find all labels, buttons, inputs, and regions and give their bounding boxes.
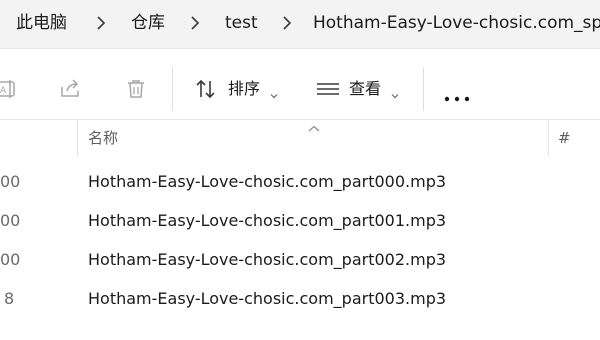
share-icon[interactable]: [58, 77, 82, 101]
file-name[interactable]: Hotham-Easy-Love-chosic.com_part003.mp3: [88, 289, 446, 309]
file-row[interactable]: 8 Hotham-Easy-Love-chosic.com_part003.mp…: [0, 280, 600, 319]
sort-label: 排序: [228, 79, 261, 98]
command-bar: [0, 49, 600, 120]
chevron-right-icon: [281, 15, 293, 31]
chevron-right-icon: [189, 15, 201, 31]
file-row[interactable]: 00 Hotham-Easy-Love-chosic.com_part002.m…: [0, 241, 600, 280]
sort-ascending-icon: [308, 118, 320, 132]
cell-fragment: 00: [0, 250, 21, 269]
chevron-right-icon: [95, 15, 107, 31]
breadcrumb-item-test[interactable]: test: [225, 12, 258, 34]
file-row[interactable]: 00 Hotham-Easy-Love-chosic.com_part000.m…: [0, 163, 600, 202]
toolbar-divider: [423, 67, 424, 111]
svg-text:A: A: [0, 86, 7, 96]
column-header-name[interactable]: 名称: [88, 128, 118, 148]
chevron-down-icon: [270, 85, 278, 99]
file-name[interactable]: Hotham-Easy-Love-chosic.com_part000.mp3: [88, 172, 446, 192]
cell-fragment: 00: [0, 211, 21, 230]
file-name[interactable]: Hotham-Easy-Love-chosic.com_part001.mp3: [88, 211, 446, 231]
view-button[interactable]: 查看: [316, 76, 406, 102]
breadcrumb-item-current-folder[interactable]: Hotham-Easy-Love-chosic.com_sp: [313, 12, 600, 34]
file-row[interactable]: 00 Hotham-Easy-Love-chosic.com_part001.m…: [0, 202, 600, 241]
breadcrumb-item-repo[interactable]: 仓库: [131, 12, 165, 34]
toolbar-divider: [172, 67, 173, 111]
view-label: 查看: [349, 79, 382, 98]
more-horizontal-icon[interactable]: [444, 87, 470, 102]
column-header-number[interactable]: #: [558, 128, 571, 148]
cell-fragment: 8: [4, 289, 15, 308]
sort-icon: [194, 77, 218, 101]
sort-button[interactable]: 排序: [194, 76, 286, 102]
delete-icon[interactable]: [124, 77, 148, 101]
breadcrumb-item-this-pc[interactable]: 此电脑: [16, 12, 67, 34]
column-divider[interactable]: [548, 120, 549, 156]
rename-icon[interactable]: A: [0, 77, 18, 101]
view-icon: [316, 77, 340, 101]
file-name[interactable]: Hotham-Easy-Love-chosic.com_part002.mp3: [88, 250, 446, 270]
breadcrumb: 此电脑 仓库 test Hotham-Easy-Love-chosic.com_…: [0, 0, 600, 49]
column-divider[interactable]: [77, 120, 78, 156]
cell-fragment: 00: [0, 172, 21, 191]
chevron-down-icon: [391, 85, 399, 99]
